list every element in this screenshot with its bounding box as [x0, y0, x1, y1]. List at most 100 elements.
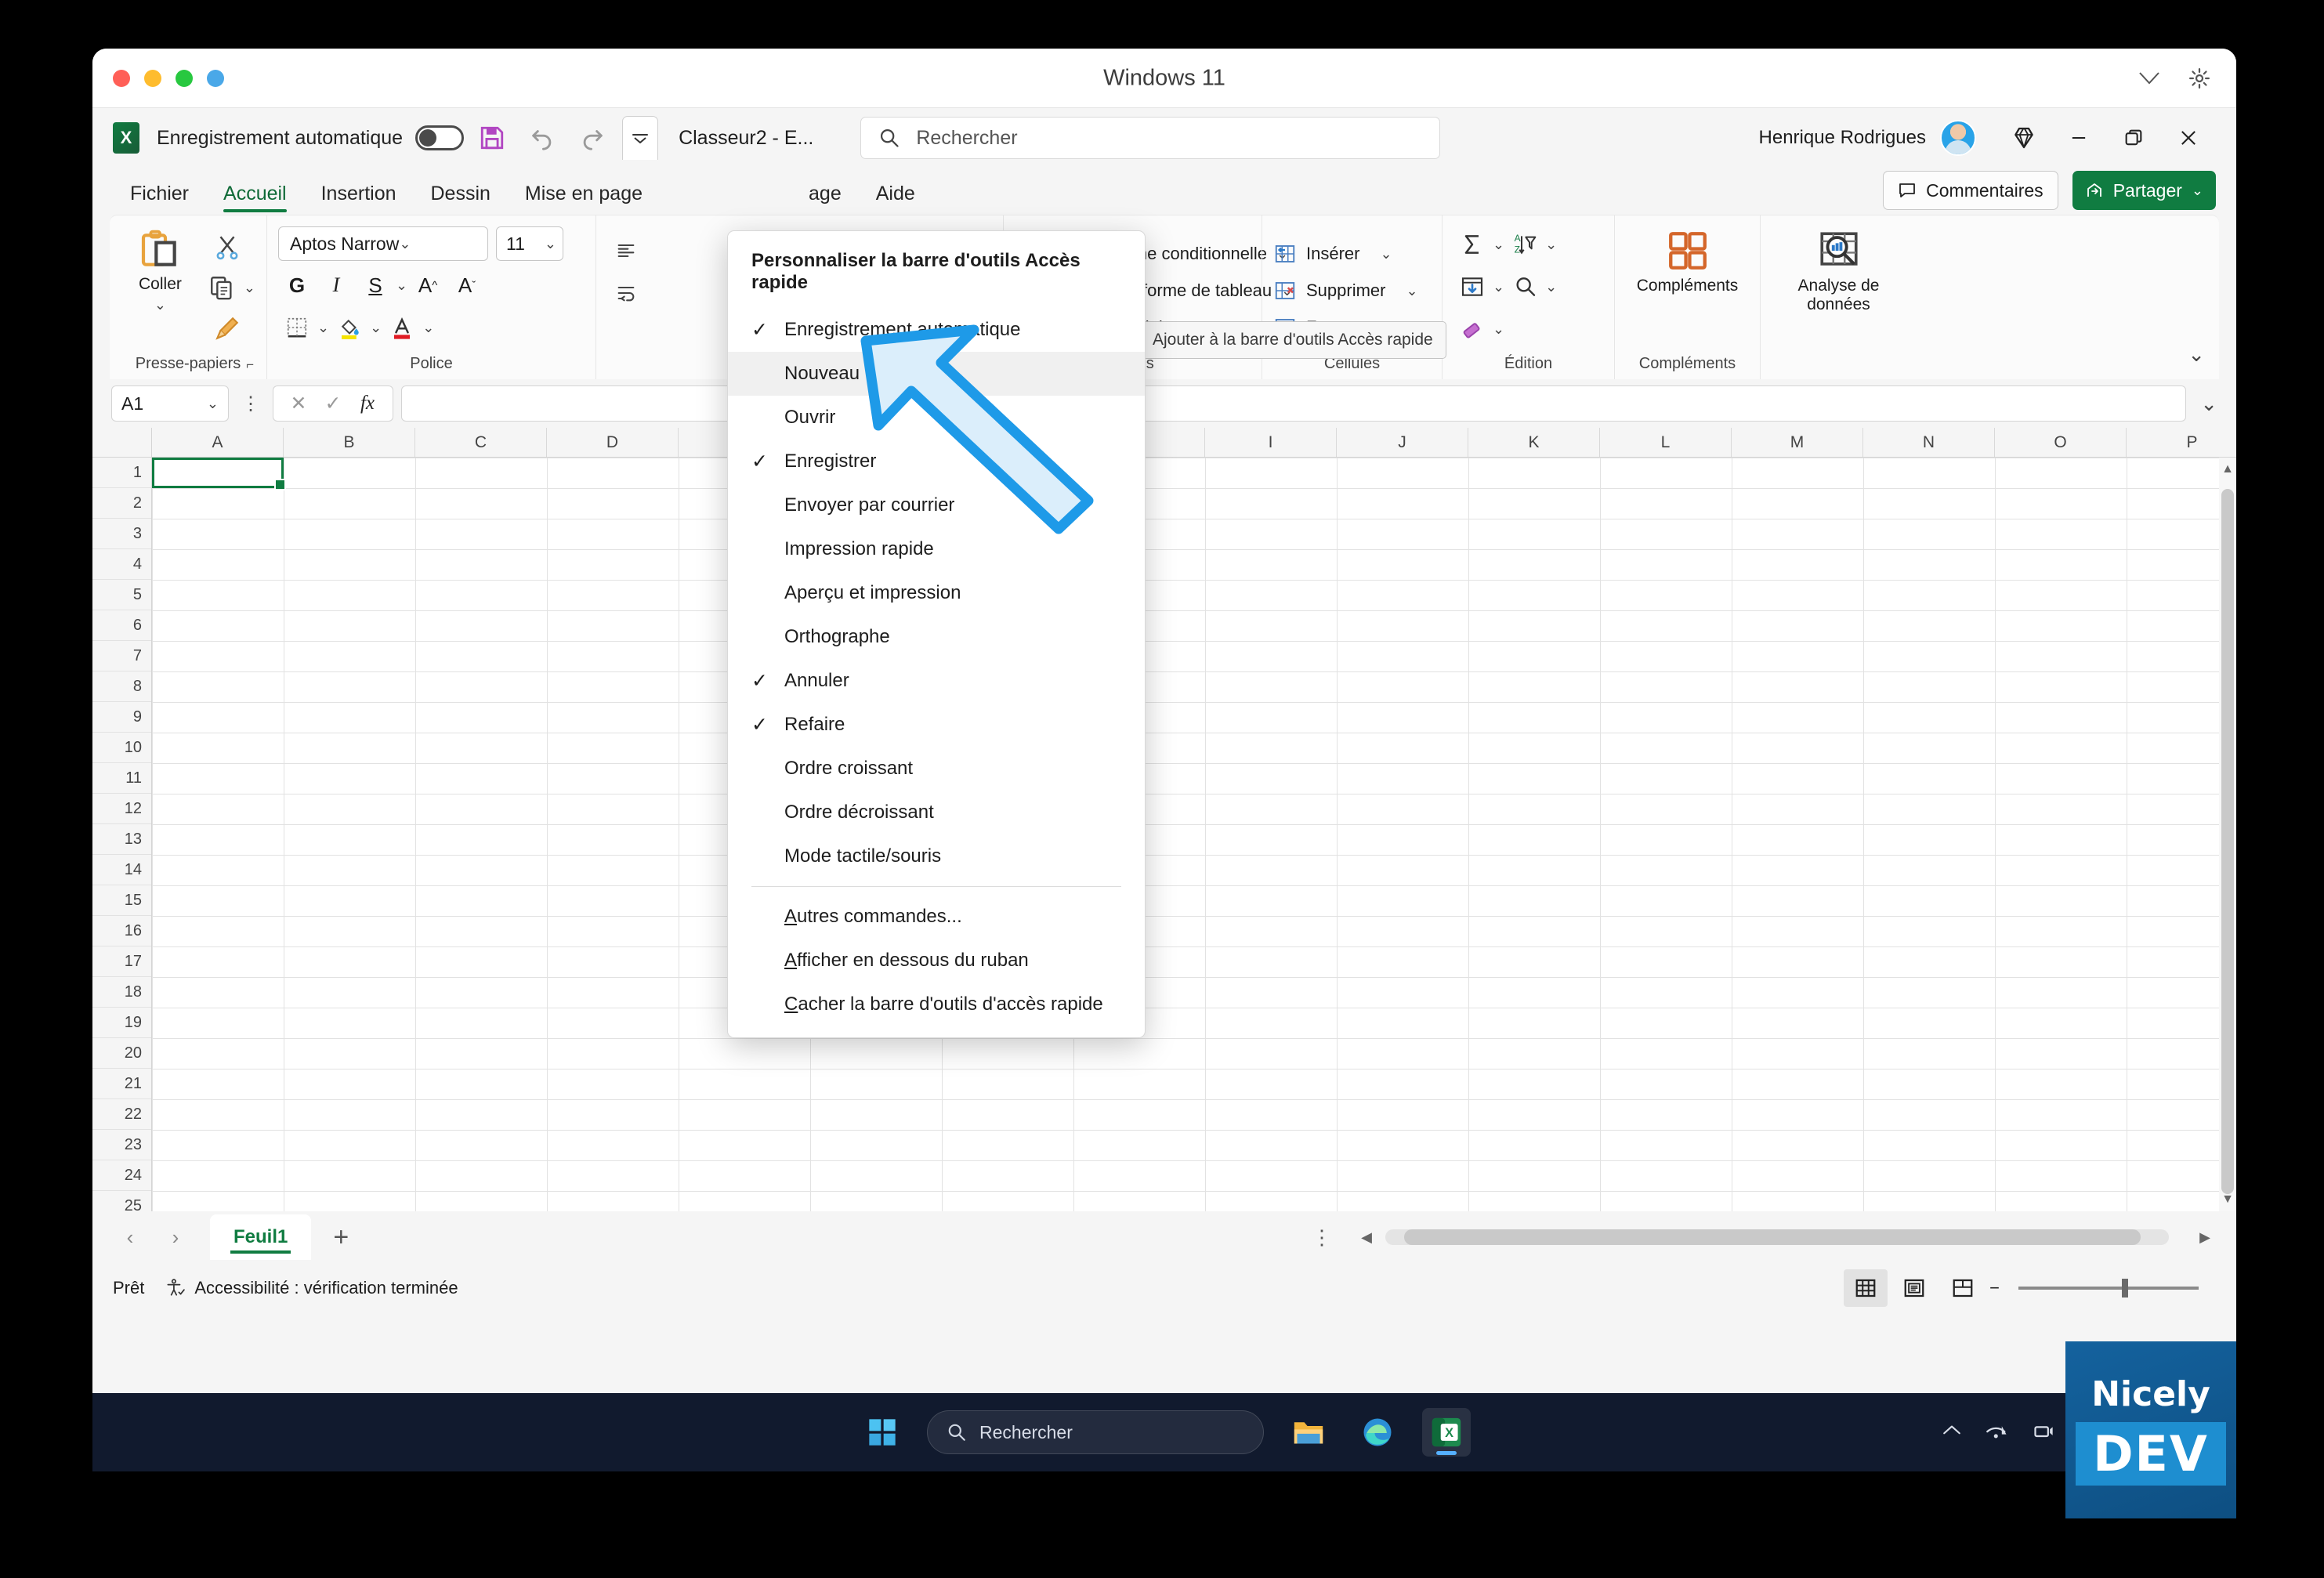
row-header-21[interactable]: 21: [92, 1069, 151, 1099]
fill-down-chevron-down-icon[interactable]: ⌄: [1493, 279, 1504, 295]
formula-input[interactable]: [401, 385, 2187, 422]
horizontal-scrollbar[interactable]: [1385, 1229, 2169, 1245]
search-input[interactable]: Rechercher: [860, 117, 1441, 159]
row-header-16[interactable]: 16: [92, 916, 151, 946]
hscroll-left-icon[interactable]: ◀: [1352, 1229, 1381, 1246]
row-header-24[interactable]: 24: [92, 1160, 151, 1191]
add-sheet-button[interactable]: +: [316, 1214, 366, 1260]
share-button[interactable]: Partager ⌄: [2072, 171, 2216, 210]
column-header-J[interactable]: J: [1337, 428, 1468, 457]
fill-down-button[interactable]: [1453, 269, 1491, 305]
sheet-tab-feuil1[interactable]: Feuil1: [210, 1214, 312, 1260]
redo-icon[interactable]: [570, 118, 614, 158]
column-header-C[interactable]: C: [415, 428, 547, 457]
clear-button[interactable]: [1453, 311, 1491, 347]
addins-button[interactable]: Compléments: [1626, 223, 1749, 295]
row-header-3[interactable]: 3: [92, 519, 151, 549]
cells-area[interactable]: [152, 458, 2236, 1211]
row-header-14[interactable]: 14: [92, 855, 151, 885]
page-break-button[interactable]: [1941, 1269, 1985, 1307]
customize-qat-button[interactable]: [622, 116, 659, 160]
share-chevron-down-icon[interactable]: ⌄: [2192, 183, 2203, 199]
filter-caret-icon[interactable]: [2139, 71, 2159, 85]
underline-button[interactable]: S: [357, 267, 394, 303]
cancel-icon[interactable]: ✕: [283, 392, 314, 415]
sheet-next-icon[interactable]: ›: [155, 1217, 196, 1258]
accessibility-status[interactable]: Accessibilité : vérification terminée: [165, 1278, 458, 1298]
column-header-A[interactable]: A: [152, 428, 284, 457]
copy-button[interactable]: [200, 267, 244, 308]
undo-icon[interactable]: [520, 118, 564, 158]
qat-menu-item-enregistrer[interactable]: ✓ Enregistrer: [728, 440, 1145, 483]
qat-menu-item-ordre-decroissant[interactable]: Ordre décroissant: [728, 791, 1145, 834]
qat-menu-item-autres-commandes[interactable]: Autres commandes...: [728, 895, 1145, 939]
sort-filter-button[interactable]: AZ: [1506, 226, 1544, 262]
wrap-text-button[interactable]: [607, 275, 645, 311]
row-header-2[interactable]: 2: [92, 488, 151, 519]
windows-start-icon[interactable]: [858, 1408, 907, 1457]
tab-insertion[interactable]: Insertion: [304, 183, 414, 215]
row-header-17[interactable]: 17: [92, 946, 151, 977]
cut-button[interactable]: [205, 226, 249, 267]
enter-icon[interactable]: ✓: [317, 392, 349, 415]
row-header-7[interactable]: 7: [92, 641, 151, 671]
row-header-5[interactable]: 5: [92, 580, 151, 610]
qat-menu-item-ordre-croissant[interactable]: Ordre croissant: [728, 747, 1145, 791]
select-all-corner[interactable]: [92, 428, 152, 457]
row-header-6[interactable]: 6: [92, 610, 151, 641]
font-name-chevron-down-icon[interactable]: ⌄: [399, 236, 411, 252]
row-header-20[interactable]: 20: [92, 1038, 151, 1069]
name-box-chevron-down-icon[interactable]: ⌄: [207, 396, 219, 412]
tab-fichier[interactable]: Fichier: [113, 183, 206, 215]
autosum-chevron-down-icon[interactable]: ⌄: [1493, 237, 1504, 253]
row-header-8[interactable]: 8: [92, 671, 151, 702]
find-select-button[interactable]: [1506, 269, 1544, 305]
italic-button[interactable]: I: [317, 267, 355, 303]
qat-menu-item-mode-tactile-souris[interactable]: Mode tactile/souris: [728, 834, 1145, 878]
vertical-scrollbar[interactable]: ▲ ▼: [2219, 458, 2236, 1211]
avatar[interactable]: [1940, 120, 1976, 156]
row-header-19[interactable]: 19: [92, 1008, 151, 1038]
font-color-button[interactable]: [383, 309, 421, 346]
gear-icon[interactable]: [2188, 67, 2211, 90]
row-header-9[interactable]: 9: [92, 702, 151, 733]
autosum-button[interactable]: [1453, 226, 1491, 262]
save-icon[interactable]: [470, 118, 514, 158]
clear-chevron-down-icon[interactable]: ⌄: [1493, 321, 1504, 338]
file-explorer-icon[interactable]: [1284, 1408, 1333, 1457]
minimize-button[interactable]: [2051, 116, 2106, 160]
column-header-M[interactable]: M: [1732, 428, 1863, 457]
fill-color-chevron-down-icon[interactable]: ⌄: [370, 320, 382, 336]
account-name[interactable]: Henrique Rodrigues: [1759, 127, 1926, 149]
qat-menu-item-annuler[interactable]: ✓ Annuler: [728, 659, 1145, 703]
document-title[interactable]: Classeur2 - E...: [679, 127, 813, 150]
collapse-ribbon-icon[interactable]: ⌄: [2188, 342, 2205, 367]
decrease-font-size-button[interactable]: Aˇ: [448, 267, 486, 303]
row-header-12[interactable]: 12: [92, 794, 151, 824]
scroll-down-icon[interactable]: ▼: [2219, 1189, 2236, 1210]
qat-menu-item-apercu-et-impression[interactable]: Aperçu et impression: [728, 571, 1145, 615]
formula-bar-more-icon[interactable]: ⋮: [237, 393, 265, 415]
tab-mise-en-page[interactable]: Mise en page: [508, 183, 660, 215]
qat-menu-item-ouvrir[interactable]: Ouvrir: [728, 396, 1145, 440]
sort-filter-chevron-down-icon[interactable]: ⌄: [1545, 237, 1557, 253]
tab-dessin[interactable]: Dessin: [414, 183, 508, 215]
row-header-15[interactable]: 15: [92, 885, 151, 916]
excel-taskbar-icon[interactable]: X: [1422, 1408, 1471, 1457]
qat-menu-item-orthographe[interactable]: Orthographe: [728, 615, 1145, 659]
row-header-4[interactable]: 4: [92, 549, 151, 580]
column-header-D[interactable]: D: [547, 428, 679, 457]
edge-icon[interactable]: [1353, 1408, 1402, 1457]
row-header-25[interactable]: 25: [92, 1191, 151, 1212]
autosave-toggle[interactable]: [415, 125, 465, 150]
network-icon[interactable]: [1986, 1421, 2009, 1445]
delete-cells-button[interactable]: Supprimer ⌄: [1273, 273, 1418, 309]
borders-button[interactable]: [278, 309, 316, 346]
column-header-L[interactable]: L: [1600, 428, 1732, 457]
insert-function-icon[interactable]: fx: [352, 393, 383, 414]
qat-menu-item-envoyer-par-courrier[interactable]: Envoyer par courrier: [728, 483, 1145, 527]
font-size-chevron-down-icon[interactable]: ⌄: [545, 236, 556, 252]
qat-menu-item-refaire[interactable]: ✓ Refaire: [728, 703, 1145, 747]
bold-button[interactable]: G: [278, 267, 316, 303]
close-button[interactable]: [2161, 116, 2216, 160]
